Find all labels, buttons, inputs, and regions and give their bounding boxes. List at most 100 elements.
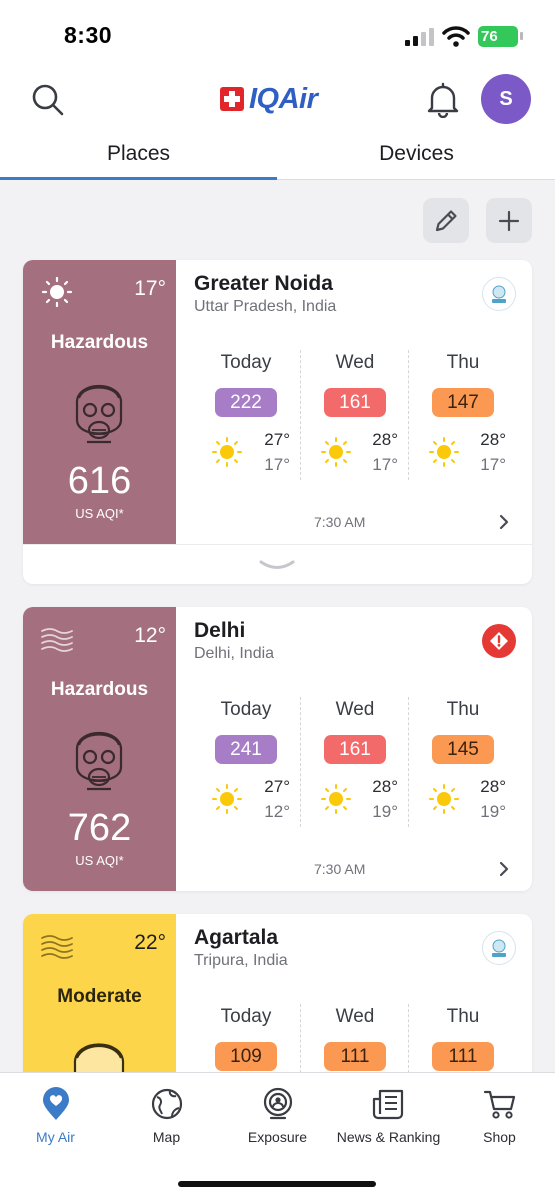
battery-level: 76 [481,28,498,45]
heart-pin-icon [42,1087,69,1120]
tab-places[interactable]: Places [0,142,277,166]
forecast-high-temp: 27° [264,430,290,449]
news-icon [372,1089,403,1120]
forecast-aqi-badge: 109 [215,1042,277,1071]
last-updated-time: 7:30 AM [314,514,366,530]
cpcb-badge-icon[interactable] [482,931,516,965]
current-temperature: 17° [134,277,166,300]
nav-my-air[interactable]: My Air [0,1087,111,1145]
forecast-low-temp: 19° [480,802,506,821]
nav-exposure[interactable]: Exposure [222,1087,333,1145]
iqair-logo: IQAir [220,82,318,116]
logo-text: IQAir [249,82,318,115]
forecast-low-temp: 17° [264,455,290,474]
aqi-unit: US AQI* [75,853,124,868]
aqi-unit: US AQI* [75,506,124,521]
last-updated-time: 7:30 AM [314,861,366,877]
sun-icon [321,437,351,467]
nav-label: Map [152,1129,181,1145]
sun-icon [212,784,242,814]
haze-icon [41,935,73,959]
forecast-day-label: Today [220,352,272,373]
search-icon[interactable] [30,82,66,118]
forecast-high-temp: 27° [264,777,290,796]
cart-icon [483,1090,515,1119]
forecast-day: Today 241 27° 12° [192,697,300,827]
exposure-icon [263,1087,292,1120]
place-region: Uttar Pradesh, India [194,298,337,315]
nav-news-ranking[interactable]: News & Ranking [333,1087,444,1145]
current-temperature: 12° [134,624,166,647]
sun-icon [429,784,459,814]
chevron-right-icon[interactable] [498,514,510,530]
forecast-day-label: Wed [335,699,375,720]
place-card-delhi[interactable]: 12° Hazardous 762 US AQI* Delhi Delhi, I… [23,607,532,891]
gas-mask-face-icon [75,731,123,791]
forecast-day: Thu 147 28° 17° [408,350,516,480]
aqi-status-label: Hazardous [50,332,149,353]
forecast-aqi-badge: 161 [324,388,386,417]
app-header: IQAir S Places Devices [0,68,555,180]
plus-icon [498,210,520,231]
place-region: Tripura, India [194,952,288,969]
card-details: Delhi Delhi, India Today 241 27° 12° Wed… [176,607,532,891]
place-name: Agartala [194,926,279,949]
forecast-low-temp: 17° [480,455,506,474]
forecast-aqi-badge: 111 [324,1042,386,1071]
forecast-high-temp: 28° [480,430,506,449]
nav-shop[interactable]: Shop [444,1087,555,1145]
place-region: Delhi, India [194,645,275,662]
forecast-day-label: Wed [335,1006,375,1027]
sun-icon [212,437,242,467]
battery-icon: 76 [478,26,523,47]
forecast-day-label: Thu [446,1006,480,1027]
aqi-value: 616 [67,460,132,502]
forecast-high-temp: 28° [480,777,506,796]
forecast-day: Wed 161 28° 17° [300,350,408,480]
place-card-greater-noida[interactable]: 17° Hazardous 616 US AQI* Greater Noida … [23,260,532,584]
forecast-aqi-badge: 147 [432,388,494,417]
forecast-day-label: Today [220,699,272,720]
expand-card-row[interactable] [23,544,532,584]
sun-icon [321,784,351,814]
active-tab-indicator [0,177,277,180]
avatar[interactable]: S [481,74,531,124]
alert-icon[interactable] [482,624,516,658]
tab-devices[interactable]: Devices [278,142,555,166]
nav-label: My Air [36,1129,75,1145]
forecast-day: Wed 161 28° 19° [300,697,408,827]
forecast-low-temp: 17° [372,455,398,474]
forecast-low-temp: 19° [372,802,398,821]
forecast-aqi-badge: 145 [432,735,494,764]
aqi-panel: 22° Moderate [23,914,176,1084]
haze-icon [41,628,73,652]
forecast-day-label: Thu [446,699,480,720]
chevron-down-icon [259,560,295,569]
status-bar: 8:30 76 [0,0,555,68]
place-name: Delhi [194,619,246,642]
forecast-high-temp: 28° [372,430,398,449]
wifi-icon [442,26,470,47]
aqi-value: 762 [67,807,132,849]
current-temperature: 22° [134,931,166,954]
cpcb-badge-icon[interactable] [482,277,516,311]
chevron-right-icon[interactable] [498,861,510,877]
aqi-panel: 12° Hazardous 762 US AQI* [23,607,176,891]
cellular-signal-icon [405,28,434,46]
nav-label: News & Ranking [336,1129,441,1145]
card-details: Agartala Tripura, India Today 109 Wed 11… [176,914,532,1084]
forecast-high-temp: 28° [372,777,398,796]
place-card-agartala[interactable]: 22° Moderate Agartala Tripura, India Tod… [23,914,532,1084]
swiss-cross-icon [220,87,244,111]
add-place-button[interactable] [486,198,532,243]
pencil-icon [435,209,457,231]
forecast-day-label: Wed [335,352,375,373]
aqi-panel: 17° Hazardous 616 US AQI* [23,260,176,544]
edit-button[interactable] [423,198,469,243]
forecast-day: Today 222 27° 17° [192,350,300,480]
nav-label: Shop [483,1129,516,1145]
forecast-day: Thu 145 28° 19° [408,697,516,827]
nav-map[interactable]: Map [111,1087,222,1145]
bell-icon[interactable] [426,82,460,118]
forecast-aqi-badge: 241 [215,735,277,764]
